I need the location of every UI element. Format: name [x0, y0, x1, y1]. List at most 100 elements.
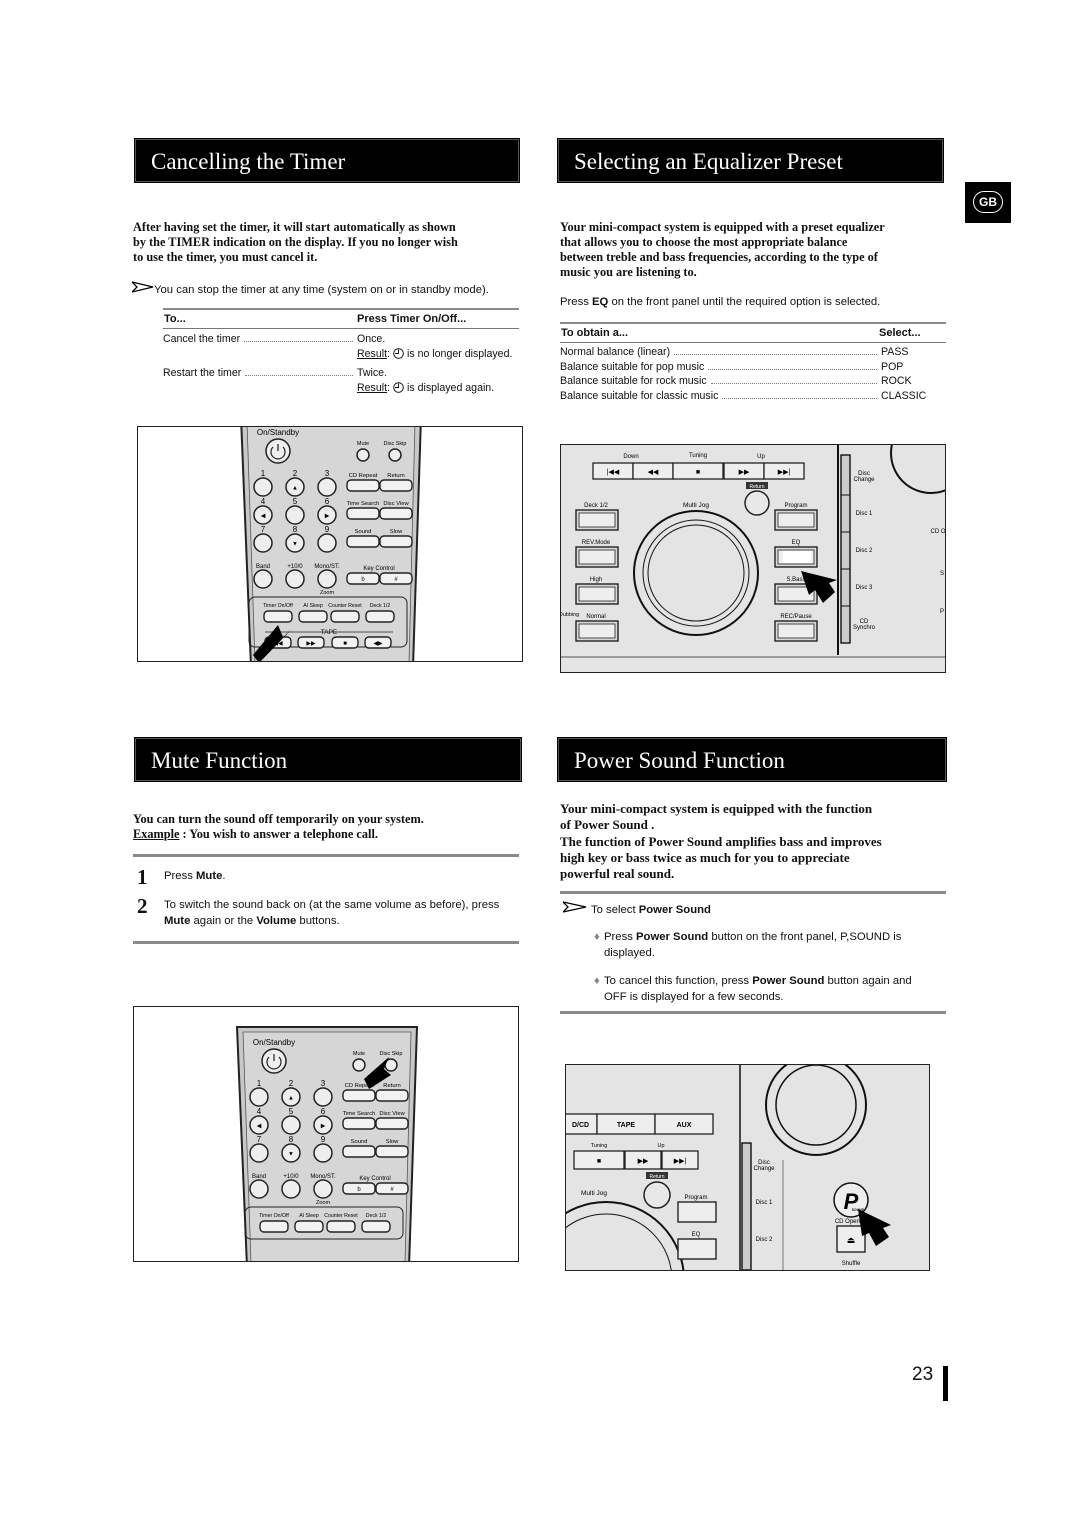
panel-label: Up — [657, 1143, 664, 1149]
button-label: CD Repeat — [349, 473, 378, 479]
volume-dial[interactable] — [765, 1065, 867, 1156]
mute-intro: You can turn the sound off temporarily o… — [133, 812, 424, 841]
table-row: Normal balance (linear) PASS — [560, 346, 909, 358]
panel-label: P — [940, 609, 944, 615]
button-label: Disc View — [379, 1111, 405, 1117]
panel-label: Dubbing — [561, 612, 579, 618]
button-label: 9 — [325, 525, 330, 534]
mute-button[interactable] — [352, 1058, 366, 1072]
remote-button-cd-repeat[interactable] — [342, 1089, 376, 1102]
tape-control-icon: ■ — [343, 641, 347, 647]
remote-button-1[interactable] — [294, 1220, 324, 1233]
number-button-3[interactable] — [313, 1087, 333, 1107]
diamond-bullet-icon: ♦ — [594, 975, 600, 987]
step-item: 2 To switch the sound back on (at the sam… — [137, 894, 500, 927]
button-label: Key Control — [359, 1176, 390, 1182]
number-button-9[interactable] — [313, 1143, 333, 1163]
panel-label: REV.Mode — [582, 540, 611, 546]
table-row: Cancel the timer Once. Result: is no longe… — [163, 333, 513, 360]
button-label: 9 — [321, 1135, 326, 1144]
remote-button-2[interactable] — [330, 610, 360, 623]
divider — [560, 891, 946, 894]
remote-button-cd-repeat[interactable] — [346, 479, 380, 492]
panel-label: REC/Pause — [780, 614, 812, 620]
remote-button-disc-view[interactable] — [375, 1117, 409, 1130]
number-button-9[interactable] — [317, 533, 337, 553]
multi-jog-dial[interactable] — [566, 1201, 685, 1270]
return-label: Return — [749, 484, 764, 490]
remote-button-3[interactable] — [365, 610, 395, 623]
panel-label: Program — [684, 1195, 707, 1201]
remote-button-1[interactable] — [298, 610, 328, 623]
remote-button-sound[interactable] — [342, 1145, 376, 1158]
return-button[interactable] — [643, 1181, 671, 1209]
panel-label: S — [940, 571, 944, 577]
number-button-1[interactable] — [249, 1087, 269, 1107]
eq-button[interactable] — [677, 1238, 717, 1260]
bullet-item: ♦ Press Power Sound button on the front p… — [594, 931, 902, 959]
number-button-5[interactable] — [281, 1115, 301, 1135]
power-label: On/Standby — [253, 1038, 295, 1047]
panel-label: Shuffle — [842, 1261, 861, 1267]
button-label: Time Search — [347, 501, 380, 507]
button-label: Time Search — [343, 1111, 376, 1117]
remote-button-0[interactable] — [259, 1220, 289, 1233]
tape-label: TAPE — [321, 629, 338, 636]
remote-button-3[interactable] — [361, 1220, 391, 1233]
number-button-3[interactable] — [317, 477, 337, 497]
return-button[interactable] — [744, 490, 770, 516]
number-button-5[interactable] — [285, 505, 305, 525]
divider — [133, 941, 519, 944]
arrow-icon: ◀ — [261, 514, 266, 520]
button-label: Counter Reset — [324, 1213, 358, 1219]
remote-button-2[interactable] — [313, 1179, 333, 1199]
panel-label: S.Bass — [786, 577, 805, 583]
mute-button[interactable] — [356, 448, 370, 462]
remote-button-0[interactable] — [253, 569, 273, 589]
panel-label: Normal — [586, 614, 605, 620]
button-label: Key Control — [363, 566, 394, 572]
equalizer-instruction: Press EQ on the front panel until the re… — [560, 296, 881, 308]
button-label: Slow — [386, 1139, 399, 1145]
transport-icon: ▶▶| — [778, 469, 791, 476]
program-button[interactable] — [677, 1201, 717, 1223]
remote-button-2[interactable] — [317, 569, 337, 589]
remote-button-0[interactable] — [263, 610, 293, 623]
remote-button-disc-view[interactable] — [379, 507, 413, 520]
remote-button-1[interactable] — [281, 1179, 301, 1199]
disc-skip-button[interactable] — [388, 448, 402, 462]
panel-label: Disc 1 — [756, 1200, 773, 1206]
button-label: Disc Skip — [384, 441, 407, 447]
panel-label: High — [590, 577, 602, 583]
remote-button-1[interactable] — [285, 569, 305, 589]
button-label: Disc View — [383, 501, 409, 507]
remote-button-return[interactable] — [375, 1089, 409, 1102]
eject-icon: ⏏ — [847, 1235, 856, 1245]
panel-label: Change — [853, 477, 875, 483]
remote-button-2[interactable] — [326, 1220, 356, 1233]
button-label: +10/0 — [287, 564, 303, 570]
remote-button-sound[interactable] — [346, 535, 380, 548]
arrow-icon: ▶ — [325, 514, 330, 520]
multi-jog-dial[interactable] — [633, 510, 759, 636]
button-label: Zoom — [320, 590, 334, 596]
number-button-1[interactable] — [253, 477, 273, 497]
divider — [560, 342, 946, 343]
panel-label: Tuning — [689, 453, 707, 459]
number-button-7[interactable] — [253, 533, 273, 553]
remote-button-0[interactable] — [249, 1179, 269, 1199]
divider — [560, 1011, 946, 1014]
remote-button-return[interactable] — [379, 479, 413, 492]
arrow-icon: ▲ — [292, 486, 298, 492]
number-button-7[interactable] — [249, 1143, 269, 1163]
remote-button-time-search[interactable] — [342, 1117, 376, 1130]
table-header: Press Timer On/Off... — [357, 313, 467, 325]
section-title-power-sound: Power Sound Function — [557, 737, 947, 782]
panel-label: Disc 2 — [756, 1237, 773, 1243]
remote-button-slow[interactable] — [379, 535, 413, 548]
remote-button-slow[interactable] — [375, 1145, 409, 1158]
table-row: Balance suitable for rock music ROCK — [560, 375, 912, 388]
button-label: 7 — [257, 1135, 262, 1144]
remote-button-time-search[interactable] — [346, 507, 380, 520]
tape-control-icon: ▶▶ — [306, 641, 316, 647]
